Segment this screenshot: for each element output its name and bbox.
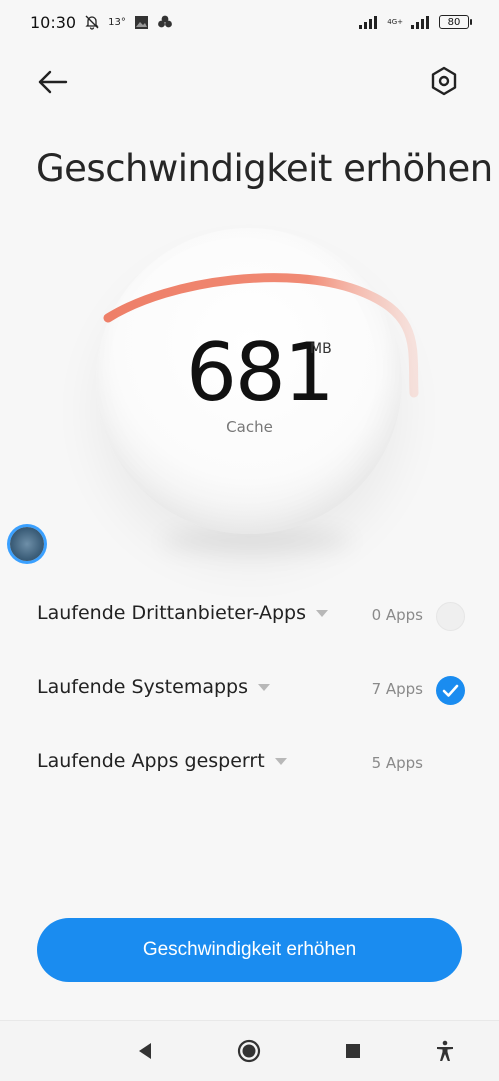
- bell-off-icon: [85, 15, 99, 30]
- floating-assistant-ball[interactable]: [10, 527, 44, 561]
- checkbox-third-party-apps[interactable]: [436, 602, 465, 631]
- cache-label: Cache: [226, 418, 273, 436]
- battery-icon: 80: [439, 15, 472, 29]
- chevron-down-icon[interactable]: [316, 610, 329, 617]
- row-label-text: Laufende Systemapps: [37, 676, 248, 698]
- row-count: 5 Apps: [371, 754, 423, 772]
- row-count: 7 Apps: [371, 680, 423, 698]
- list-item-third-party-apps[interactable]: Laufende Drittanbieter-Apps 0 Apps: [0, 588, 499, 644]
- speed-up-button[interactable]: Geschwindigkeit erhöhen: [37, 918, 462, 982]
- signal-icon: [359, 16, 378, 29]
- clover-app-icon: [157, 15, 172, 28]
- settings-button[interactable]: [427, 64, 461, 98]
- page-title: Geschwindigkeit erhöhen: [36, 146, 493, 190]
- list-item-system-apps[interactable]: Laufende Systemapps 7 Apps: [0, 662, 499, 718]
- checkmark-icon: [442, 684, 459, 697]
- row-label-text: Laufende Apps gesperrt: [37, 750, 265, 772]
- status-time: 10:30: [30, 12, 77, 32]
- status-right: 4G+ 80: [359, 15, 472, 29]
- row-label: Laufende Apps gesperrt: [37, 750, 287, 772]
- arrow-left-icon: [38, 70, 68, 94]
- signal-icon-2: [411, 16, 429, 29]
- chevron-down-icon[interactable]: [274, 758, 287, 765]
- navigation-bar: [0, 1020, 499, 1081]
- square-recents-icon: [346, 1044, 360, 1058]
- row-label: Laufende Systemapps: [37, 676, 270, 698]
- nav-recents-button[interactable]: [341, 1039, 365, 1063]
- network-type: 4G+: [387, 18, 403, 26]
- status-left: 10:30 13°: [30, 13, 173, 32]
- nav-home-button[interactable]: [237, 1039, 261, 1063]
- row-count: 0 Apps: [371, 606, 423, 624]
- list-item-locked-apps[interactable]: Laufende Apps gesperrt 5 Apps: [0, 736, 499, 792]
- chevron-down-icon[interactable]: [258, 684, 270, 691]
- row-label: Laufende Drittanbieter-Apps: [37, 602, 329, 624]
- top-bar: [0, 58, 499, 106]
- circle-home-icon: [237, 1039, 261, 1063]
- accessibility-button[interactable]: [433, 1039, 457, 1063]
- checkbox-system-apps[interactable]: [436, 676, 465, 705]
- nav-back-button[interactable]: [134, 1039, 158, 1063]
- status-temperature: 13°: [108, 16, 126, 28]
- battery-level: 80: [447, 16, 461, 28]
- back-button[interactable]: [36, 66, 72, 98]
- gallery-app-icon: [134, 15, 148, 29]
- status-bar: 10:30 13° 4G+ 80: [0, 0, 499, 44]
- hexagon-settings-icon: [431, 66, 457, 96]
- accessibility-icon: [437, 1040, 453, 1061]
- cache-unit: MB: [310, 341, 332, 357]
- triangle-back-icon: [139, 1043, 151, 1059]
- row-label-text: Laufende Drittanbieter-Apps: [37, 602, 307, 624]
